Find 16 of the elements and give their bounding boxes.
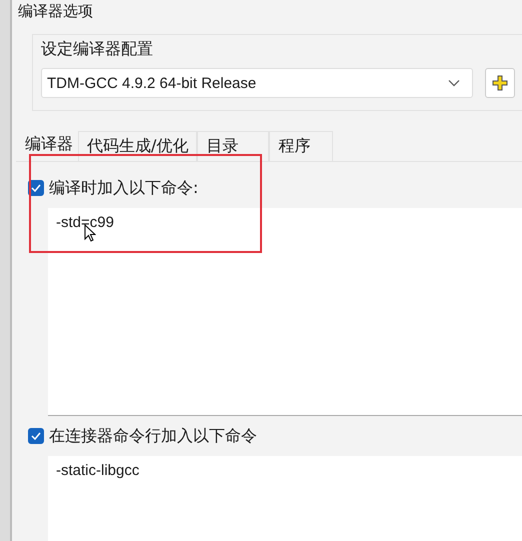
check-icon xyxy=(31,432,41,440)
checkbox-label: 编译时加入以下命令: xyxy=(49,178,198,198)
compiler-commands-field[interactable]: -std=c99 xyxy=(48,208,522,416)
linker-commands-field[interactable]: -static-libgcc xyxy=(48,456,522,541)
check-icon xyxy=(31,184,41,192)
group-label: 设定编译器配置 xyxy=(41,39,154,60)
tab[interactable]: 代码生成/优化 xyxy=(78,131,198,161)
window-title: 编译器选项 xyxy=(17,1,94,22)
checkbox-label: 在连接器命令行加入以下命令 xyxy=(49,426,257,446)
tab[interactable]: 目录 xyxy=(197,131,270,161)
compiler-tool-button[interactable] xyxy=(485,68,515,98)
compiler-dropdown[interactable]: TDM-GCC 4.9.2 64-bit Release xyxy=(41,68,473,98)
checkbox[interactable] xyxy=(28,428,44,444)
cross-shape-icon xyxy=(492,75,508,91)
chevron-down-icon xyxy=(448,79,460,87)
tab[interactable]: 程序 xyxy=(269,131,334,161)
